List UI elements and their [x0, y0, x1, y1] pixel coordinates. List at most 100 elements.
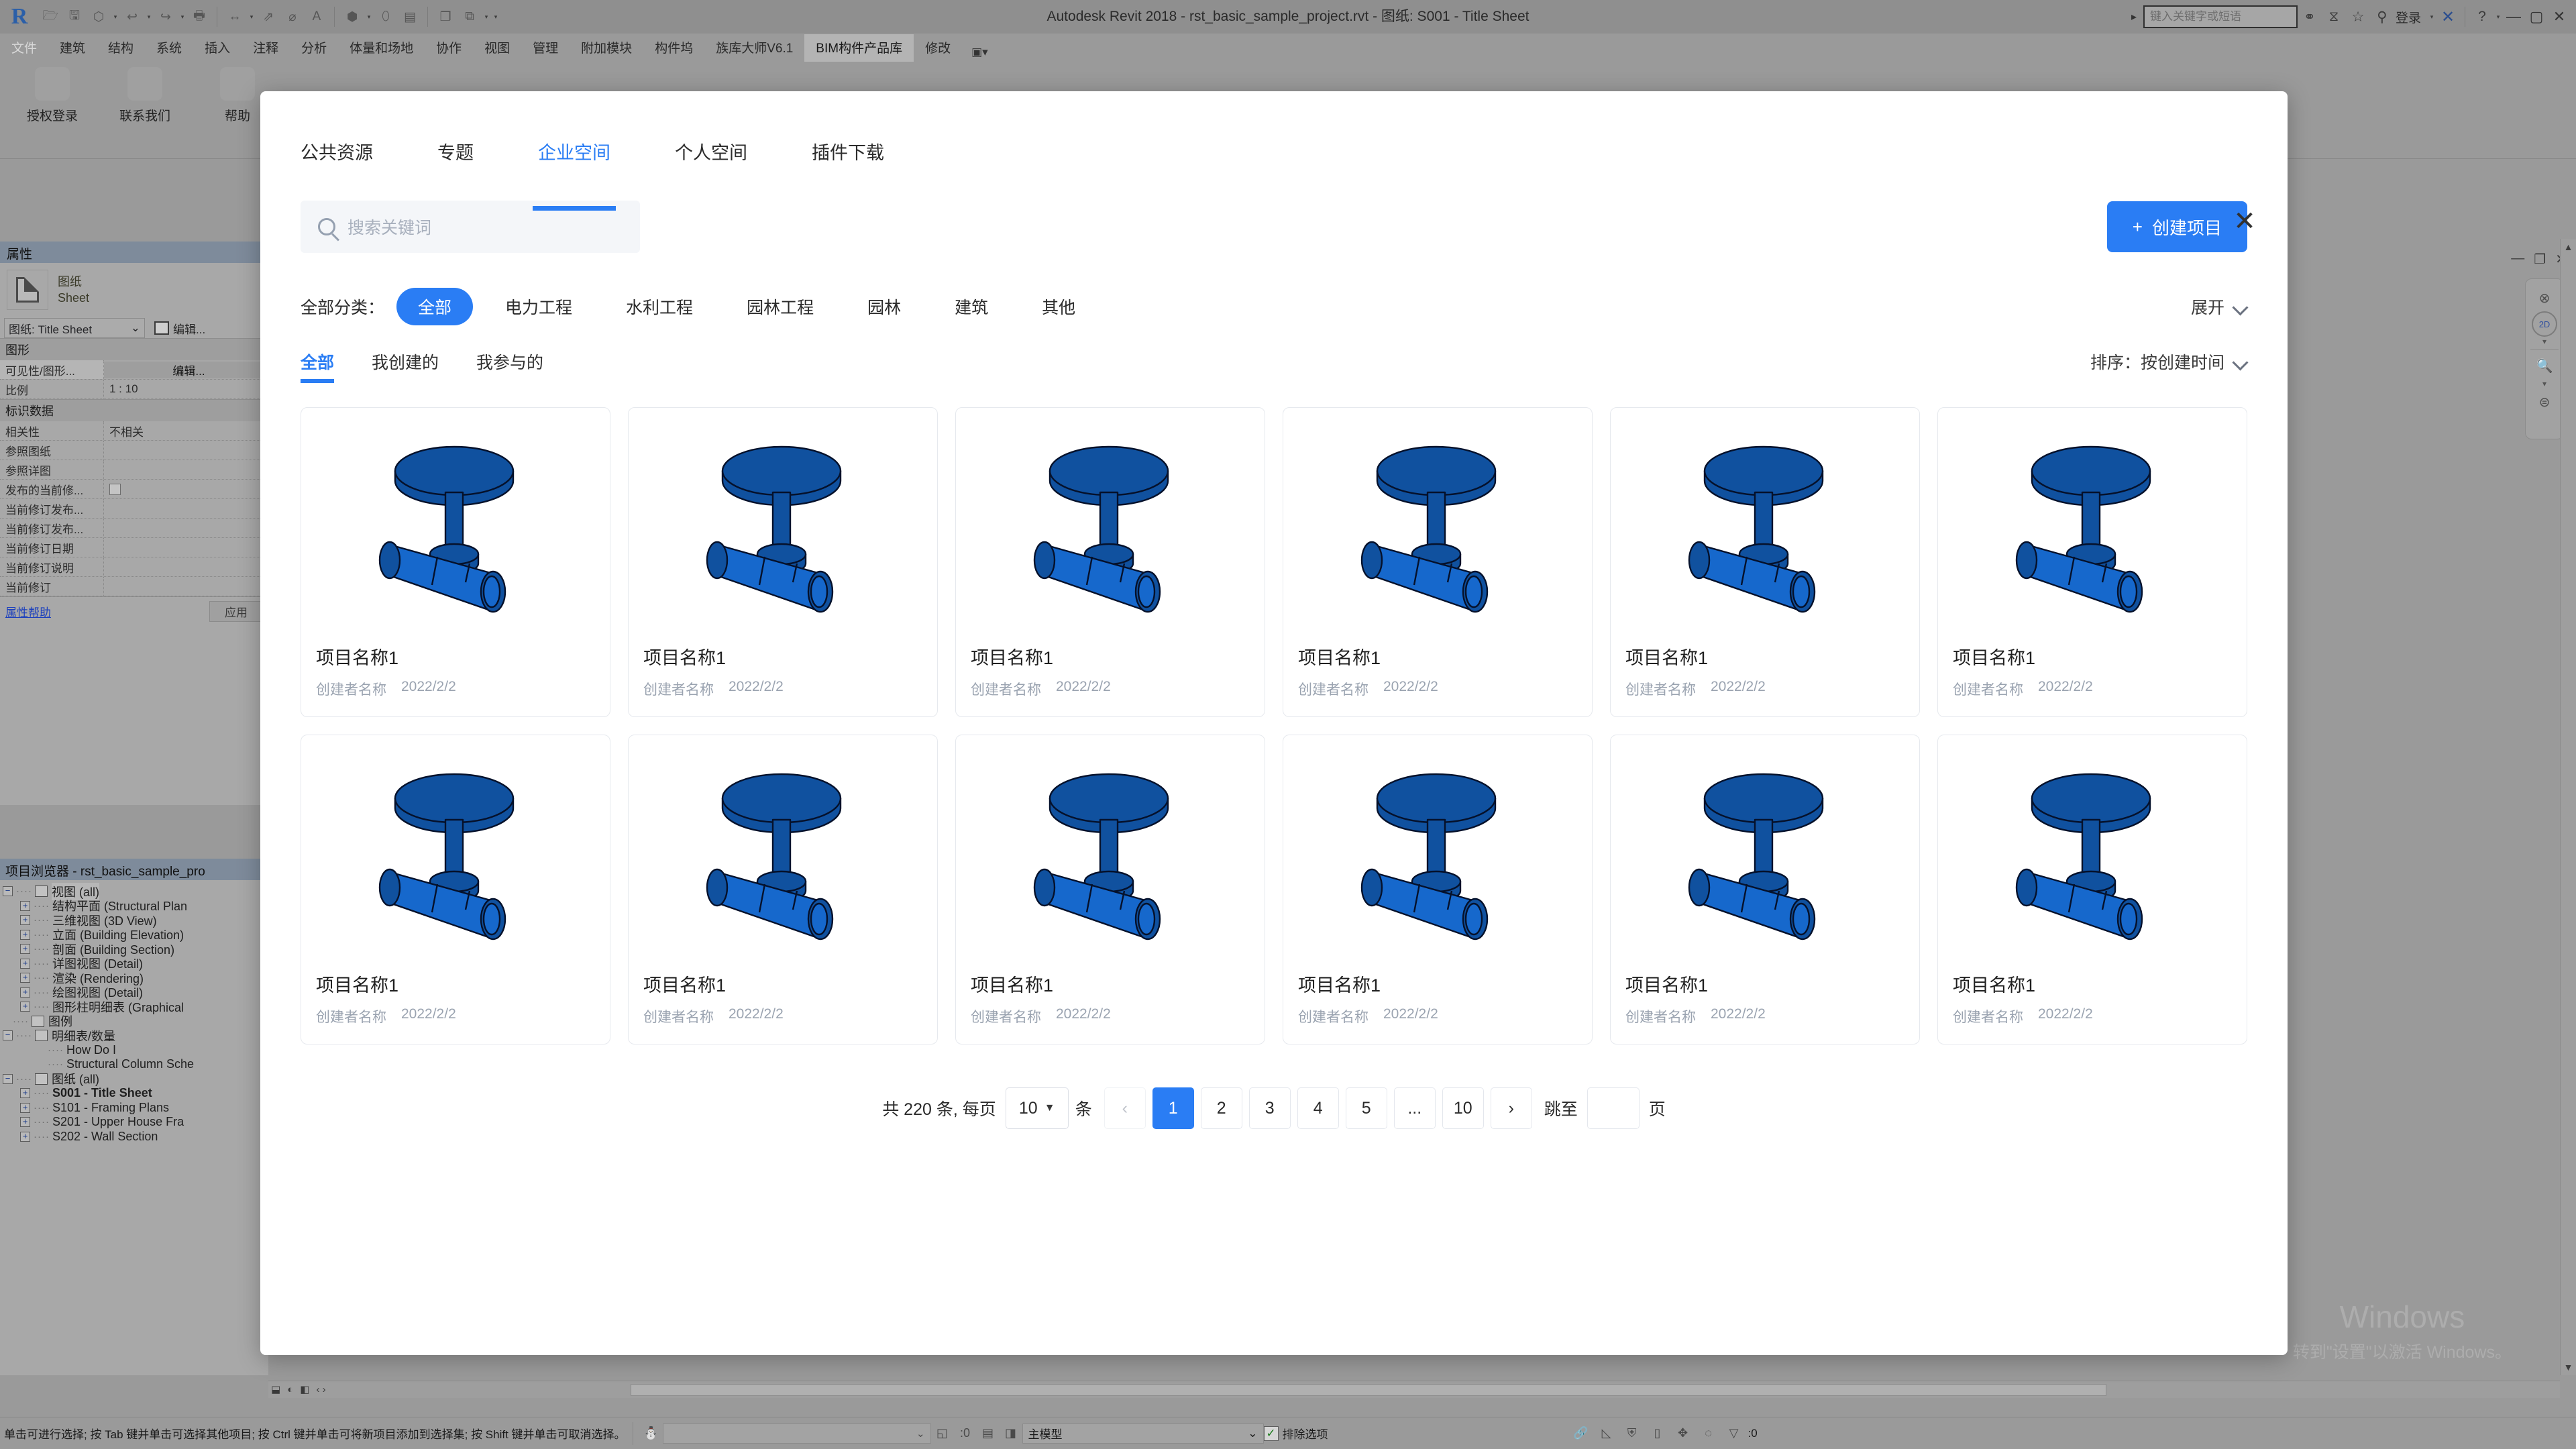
save-icon[interactable]: 🖫	[63, 5, 86, 28]
ribbon-button-0[interactable]: 授权登录	[12, 67, 93, 124]
print-icon[interactable]: 🖶	[188, 5, 211, 28]
project-card[interactable]: 项目名称1 创建者名称 2022/2/2	[955, 735, 1265, 1044]
browser-expander-17[interactable]: +	[20, 1131, 30, 1142]
page-button-3[interactable]: 3	[1248, 1087, 1291, 1129]
browser-expander-10[interactable]: −	[3, 1030, 13, 1041]
tag-icon[interactable]: ⌀	[281, 5, 304, 28]
ribbon-tab-1[interactable]: 建筑	[48, 34, 97, 62]
ribbon-tab-7[interactable]: 体量和场地	[338, 34, 425, 62]
property-row-8[interactable]: 当前修订日期	[0, 538, 268, 557]
project-card[interactable]: 项目名称1 创建者名称 2022/2/2	[1610, 407, 1920, 717]
ribbon-tab-14[interactable]: BIM构件产品库	[804, 34, 914, 62]
browser-expander-15[interactable]: +	[20, 1102, 30, 1113]
expand-arrow-icon[interactable]: ▸	[2131, 10, 2137, 23]
page-button-...[interactable]: ...	[1393, 1087, 1436, 1129]
qat-customize-caret-icon[interactable]: ▾	[492, 13, 500, 21]
binoculars-icon[interactable]: ⚭	[2298, 5, 2322, 29]
dialog-tab-1[interactable]: 专题	[437, 130, 474, 172]
exchange-icon[interactable]: ⧖	[2322, 5, 2346, 29]
category-chip-4[interactable]: 园林	[846, 288, 922, 325]
project-card[interactable]: 项目名称1 创建者名称 2022/2/2	[628, 735, 938, 1044]
design-options-icon[interactable]: ◱	[931, 1422, 954, 1445]
type-selector-combo[interactable]: 图纸: Title Sheet ⌄	[4, 318, 145, 338]
category-chip-6[interactable]: 其他	[1020, 288, 1097, 325]
page-button-1[interactable]: 1	[1152, 1087, 1194, 1129]
wheel-caret-icon[interactable]: ▾	[2542, 337, 2546, 346]
ribbon-tab-15[interactable]: 修改	[914, 34, 962, 62]
property-row-9[interactable]: 当前修订说明	[0, 557, 268, 577]
close-hidden-windows-icon[interactable]: ❐	[434, 5, 457, 28]
ribbon-button-1[interactable]: 联系我们	[105, 67, 185, 124]
browser-expander-16[interactable]: +	[20, 1117, 30, 1128]
zoom-region-icon[interactable]: 🔍	[2531, 352, 2558, 379]
category-chip-3[interactable]: 园林工程	[725, 288, 835, 325]
browser-expander-4[interactable]: +	[20, 944, 30, 955]
browser-node-16[interactable]: + ···· S201 - Upper House Fra	[3, 1115, 268, 1130]
star-icon[interactable]: ☆	[2346, 5, 2370, 29]
account-icon[interactable]: ⚲	[2370, 5, 2394, 29]
select-by-face-icon[interactable]: ▯	[1646, 1422, 1669, 1445]
redo-caret-icon[interactable]: ▾	[178, 13, 186, 21]
browser-expander-14[interactable]: +	[20, 1088, 30, 1099]
category-chip-2[interactable]: 水利工程	[604, 288, 714, 325]
property-row-5[interactable]: 发布的当前修...	[0, 480, 268, 499]
navbar-pin-icon[interactable]: ⊗	[2531, 284, 2558, 311]
scope-tab-2[interactable]: 我参与的	[476, 350, 543, 383]
next-page-button[interactable]: ›	[1490, 1087, 1532, 1129]
project-card[interactable]: 项目名称1 创建者名称 2022/2/2	[1937, 407, 2247, 717]
ribbon-tab-6[interactable]: 分析	[290, 34, 338, 62]
dialog-tab-0[interactable]: 公共资源	[301, 130, 373, 172]
property-row-4[interactable]: 参照详图	[0, 460, 268, 480]
properties-help-link[interactable]: 属性帮助	[5, 603, 51, 620]
scale-icon[interactable]: ⬓	[271, 1383, 280, 1395]
thin-lines-icon[interactable]: ▤	[398, 5, 421, 28]
design-option-list-icon[interactable]: ▤	[977, 1422, 1000, 1445]
hscroll-thumb[interactable]	[631, 1383, 2106, 1396]
select-pinned-icon[interactable]: ⛨	[1621, 1422, 1644, 1445]
undo-icon[interactable]: ↩	[121, 5, 144, 28]
scroll-down-icon[interactable]: ▼	[2561, 1359, 2576, 1375]
default-3d-view-icon[interactable]: ⬢	[341, 5, 364, 28]
canvas-vertical-scrollbar[interactable]: ▲ ▼	[2560, 239, 2576, 1375]
undo-caret-icon[interactable]: ▾	[145, 13, 153, 21]
worksets-icon[interactable]: ⛄	[640, 1422, 663, 1445]
property-checkbox-5[interactable]	[109, 483, 121, 495]
ribbon-tab-9[interactable]: 视图	[473, 34, 521, 62]
browser-expander-13[interactable]: −	[3, 1073, 13, 1084]
ribbon-tab-13[interactable]: 族库大师V6.1	[704, 34, 804, 62]
project-browser-tree[interactable]: − ···· 视图 (all) + ···· 结构平面 (Structural Plan +…	[0, 880, 268, 1144]
category-chip-1[interactable]: 电力工程	[484, 288, 594, 325]
project-card[interactable]: 项目名称1 创建者名称 2022/2/2	[628, 407, 938, 717]
navbar-options-icon[interactable]: ⊜	[2531, 388, 2558, 415]
help-caret-icon[interactable]: ▾	[2494, 13, 2502, 21]
ribbon-tab-10[interactable]: 管理	[521, 34, 570, 62]
text-icon[interactable]: A	[305, 5, 328, 28]
filter-icon[interactable]: ▽	[1723, 1422, 1746, 1445]
page-button-5[interactable]: 5	[1345, 1087, 1387, 1129]
browser-expander-2[interactable]: +	[20, 915, 30, 926]
browser-node-11[interactable]: ···· How Do I	[3, 1043, 268, 1058]
property-value-1[interactable]: 1 : 10	[104, 382, 268, 396]
login-label[interactable]: 登录	[2396, 8, 2421, 26]
minimize-button[interactable]: —	[2502, 8, 2525, 25]
maximize-button[interactable]: ▢	[2525, 8, 2548, 25]
browser-node-14[interactable]: + ···· S001 - Title Sheet	[3, 1086, 268, 1101]
property-value-5[interactable]	[104, 483, 268, 495]
ribbon-tab-12[interactable]: 构件坞	[643, 34, 704, 62]
ribbon-tab-0[interactable]: 文件	[0, 34, 48, 62]
select-underlay-icon[interactable]: ◺	[1595, 1422, 1618, 1445]
browser-expander-3[interactable]: +	[20, 929, 30, 940]
page-button-10[interactable]: 10	[1442, 1087, 1484, 1129]
dialog-tab-2[interactable]: 企业空间	[538, 130, 610, 172]
browser-node-9[interactable]: ···· 图例	[3, 1014, 268, 1028]
redo-icon[interactable]: ↪	[154, 5, 177, 28]
browser-node-17[interactable]: + ···· S202 - Wall Section	[3, 1130, 268, 1144]
drag-element-icon[interactable]: ✥	[1672, 1422, 1695, 1445]
workset-combo[interactable]: ⌄	[662, 1423, 931, 1444]
page-button-2[interactable]: 2	[1200, 1087, 1242, 1129]
canvas-horizontal-scrollbar[interactable]	[268, 1381, 2560, 1398]
ribbon-tab-5[interactable]: 注释	[241, 34, 290, 62]
ribbon-tab-11[interactable]: 附加模块	[570, 34, 643, 62]
project-card[interactable]: 项目名称1 创建者名称 2022/2/2	[1610, 735, 1920, 1044]
dialog-tab-3[interactable]: 个人空间	[675, 130, 747, 172]
